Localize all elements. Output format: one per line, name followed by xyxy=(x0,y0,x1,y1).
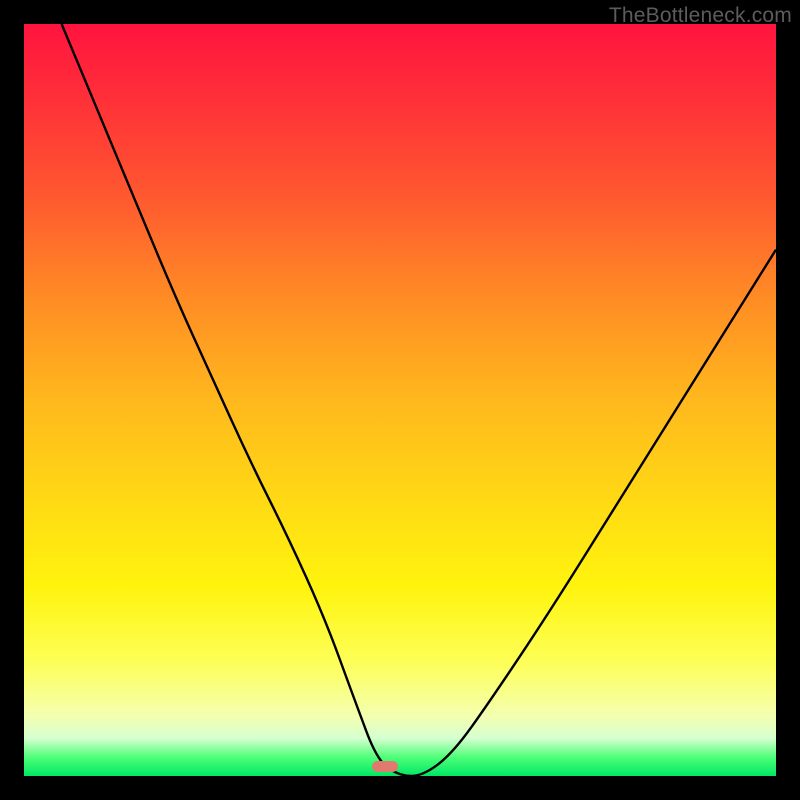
bottleneck-curve xyxy=(24,24,776,776)
chart-plot-area xyxy=(24,24,776,776)
watermark-text: TheBottleneck.com xyxy=(609,4,792,28)
optimum-marker xyxy=(372,761,398,772)
